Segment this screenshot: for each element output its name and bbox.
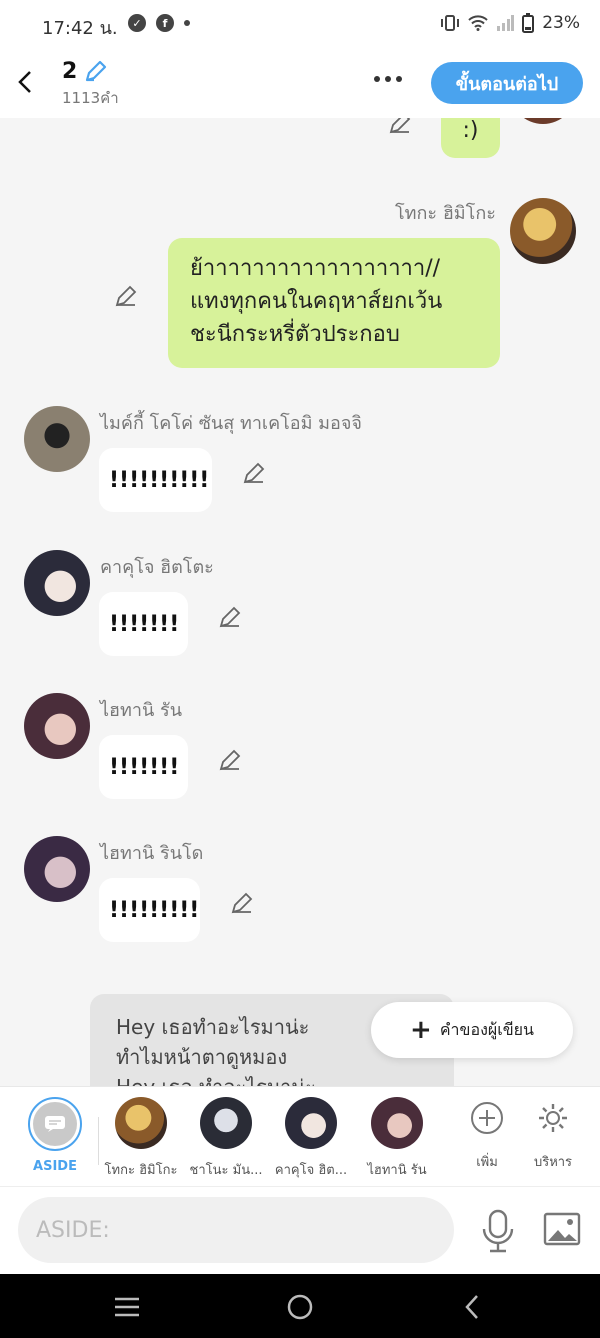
avatar-mikey [24,406,90,472]
edit-message-icon[interactable] [229,890,255,916]
message-bubble-partial[interactable]: :) [441,118,500,158]
avatar-haitani-ran [24,693,90,759]
speaker-name: ไฮทานิ รัน [100,700,183,721]
edit-title-icon[interactable] [83,58,109,84]
speaker-name: ไมค์กี้ โคโค่ ซันสุ ทาเคโอมิ มอจจิ [100,413,362,434]
chat-bubble-icon [45,1116,65,1132]
status-notification-icons: ✓ f [128,14,190,32]
character-aside[interactable]: ASIDE [10,1097,100,1174]
message-bubble[interactable]: !!!!!!!!!! [99,448,212,512]
character-sano-manjiro[interactable]: ชาโนะ มัน... [181,1097,271,1180]
story-title-group: 2 1113คำ [62,58,119,110]
back-nav-icon[interactable] [458,1292,488,1322]
message-input-bar [0,1186,600,1274]
story-header: 2 1113คำ ขั้นตอนต่อไป [0,50,600,118]
battery-icon [522,13,535,33]
plus-icon: + [410,1015,432,1045]
plus-circle-icon [471,1102,503,1134]
signal-icon [497,15,515,31]
message-bubble[interactable]: !!!!!!! [99,592,188,656]
back-button[interactable] [10,64,40,100]
recent-apps-icon[interactable] [112,1292,142,1322]
chat-area[interactable]: :) โทกะ ฮิมิโกะ ย้าาาาาาาาาาาาาาาาาา// แ… [0,118,600,1086]
message-input[interactable] [18,1197,454,1263]
message-bubble[interactable]: ย้าาาาาาาาาาาาาาาาาา// แทงทุกคนในคฤหาส์ย… [168,238,500,368]
character-selector: ASIDE โทกะ ฮิมิโกะ ชาโนะ มัน... คาคุโจ ฮ… [0,1086,600,1186]
speaker-name: ไฮทานิ รินโด [100,843,204,864]
gear-icon [539,1104,567,1132]
avatar-toga [510,198,576,264]
message-bubble[interactable]: !!!!!!!!! [99,878,200,942]
more-notifications-icon [184,20,190,26]
character-haitani-ran[interactable]: ไฮทานิ รัน [352,1097,442,1180]
message-bubble[interactable]: !!!!!!! [99,735,188,799]
word-count: 1113คำ [62,89,119,107]
image-icon[interactable] [543,1211,581,1247]
chevron-left-icon [18,71,31,93]
speaker-name: โทกะ ฮิมิโกะ [395,203,496,224]
status-bar: 17:42 น. ✓ f 23% [0,0,600,50]
next-step-button[interactable]: ขั้นตอนต่อไป [431,62,583,104]
status-system-icons: 23% [440,13,580,33]
edit-message-icon[interactable] [217,747,243,773]
more-options-button[interactable] [374,76,402,82]
avatar [115,1097,167,1149]
wifi-icon [468,15,488,31]
episode-title: 2 [62,58,78,84]
character-toga[interactable]: โทกะ ฮิมิโกะ [96,1097,186,1180]
battery-percent: 23% [542,13,580,33]
edit-message-icon[interactable] [113,283,139,309]
avatar-kakucho [24,550,90,616]
character-kakucho[interactable]: คาคุโจ ฮิต... [266,1097,356,1180]
microphone-icon[interactable] [480,1209,516,1253]
avatar-haitani-rindo [24,836,90,902]
avatar [371,1097,423,1149]
system-navigation-bar [0,1274,600,1338]
avatar [285,1097,337,1149]
status-time: 17:42 น. [42,18,118,39]
avatar [200,1097,252,1149]
messenger-icon: ✓ [128,14,146,32]
vibrate-icon [441,15,460,31]
speaker-name: คาคุโจ ฮิตโตะ [100,557,214,578]
avatar-partial [510,118,576,124]
edit-message-icon[interactable] [241,460,267,486]
author-note-button[interactable]: + คำของผู้เขียน [371,1002,573,1058]
home-icon[interactable] [285,1292,315,1322]
facebook-icon: f [156,14,174,32]
manage-characters-button[interactable]: บริหาร [508,1097,598,1172]
edit-message-icon[interactable] [387,118,413,136]
edit-message-icon[interactable] [217,604,243,630]
